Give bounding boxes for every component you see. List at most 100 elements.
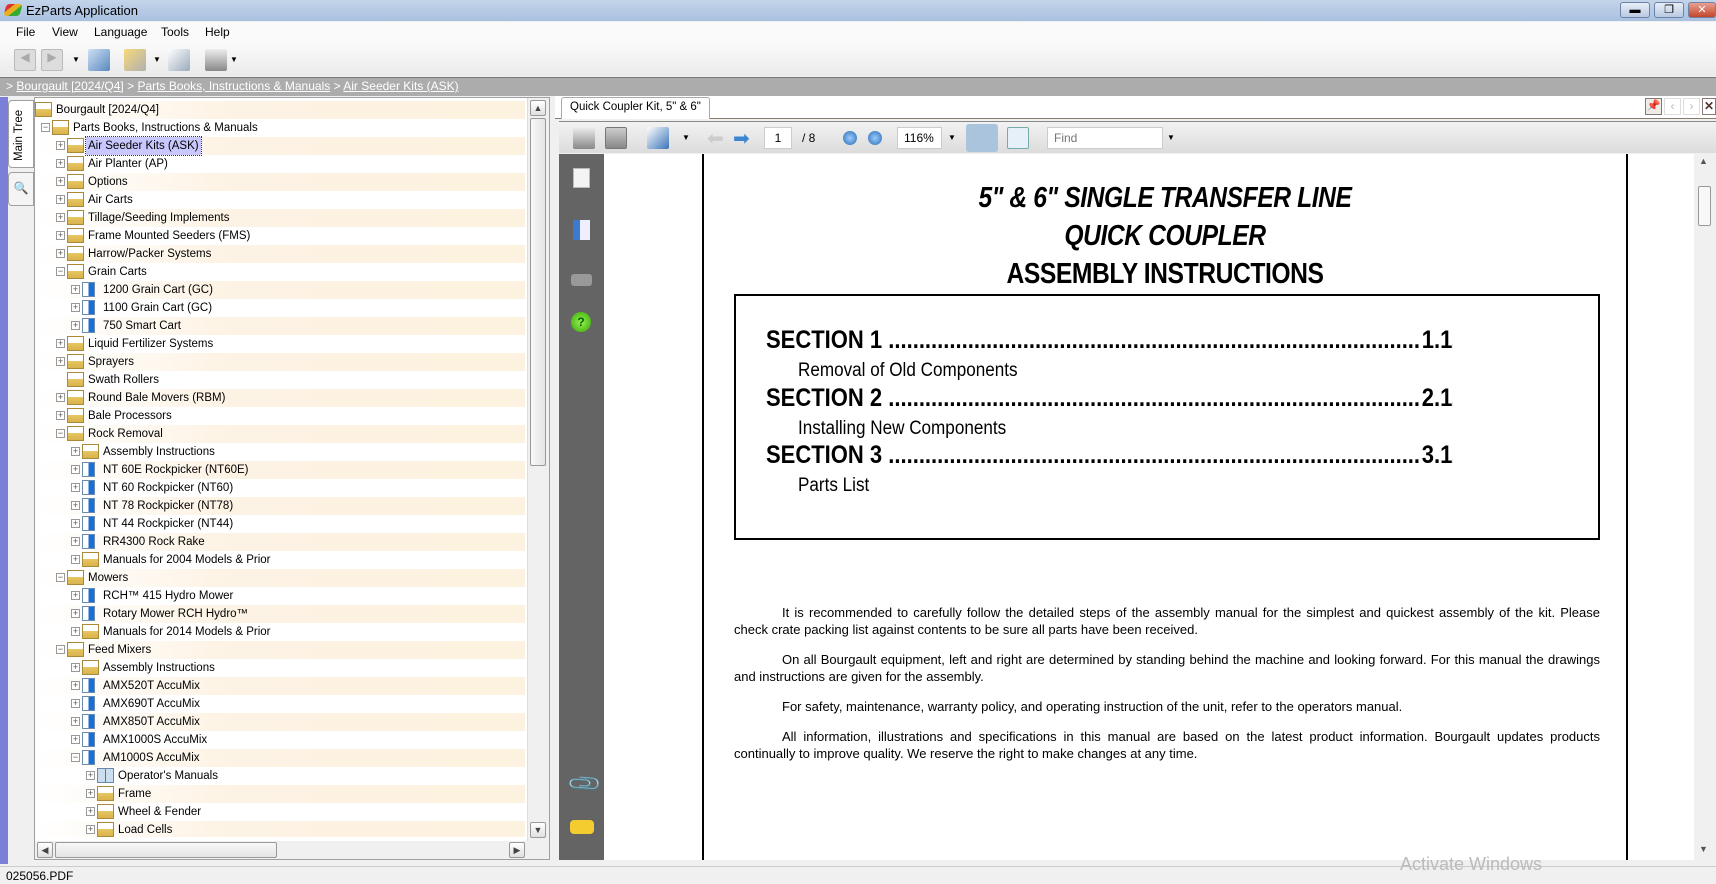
link-document-icon[interactable]	[124, 49, 146, 71]
history-dropdown-icon[interactable]: ▼	[72, 55, 80, 64]
tree-item[interactable]: − AM1000S AccuMix	[35, 749, 525, 767]
scroll-up-button[interactable]: ▲	[530, 100, 546, 116]
find-dropdown-icon[interactable]: ▼	[1167, 133, 1175, 142]
tree-item[interactable]: + Options	[35, 173, 525, 191]
expand-icon[interactable]: +	[71, 501, 80, 510]
find-input[interactable]	[1047, 127, 1163, 149]
binoculars-icon[interactable]	[571, 274, 592, 286]
tree-item[interactable]: + Sprayers	[35, 353, 525, 371]
scroll-down-button[interactable]: ▼	[530, 822, 546, 838]
tree-item[interactable]: + Wheel & Fender	[35, 803, 525, 821]
zoom-dropdown-icon[interactable]: ▼	[948, 133, 956, 142]
tree-item[interactable]: − Grain Carts	[35, 263, 525, 281]
tree-item[interactable]: Swath Rollers	[35, 371, 525, 389]
close-button[interactable]: ✕	[1688, 2, 1716, 18]
expand-icon[interactable]: +	[71, 717, 80, 726]
tree-item[interactable]: + Air Carts	[35, 191, 525, 209]
scroll-right-button[interactable]: ▶	[509, 842, 525, 858]
tree-item[interactable]: + NT 60E Rockpicker (NT60E)	[35, 461, 525, 479]
expand-icon[interactable]: +	[56, 177, 65, 186]
tree-item[interactable]: + Tillage/Seeding Implements	[35, 209, 525, 227]
breadcrumb-link[interactable]: Air Seeder Kits (ASK)	[343, 79, 458, 93]
tree-horizontal-scrollbar[interactable]: ◀ ▶	[35, 841, 549, 859]
expand-icon[interactable]: +	[56, 213, 65, 222]
tree-item[interactable]: + AMX850T AccuMix	[35, 713, 525, 731]
zoom-out-icon[interactable]	[843, 131, 857, 145]
expand-icon[interactable]: +	[71, 555, 80, 564]
next-page-icon[interactable]: ➡	[733, 126, 750, 151]
tree-item[interactable]: + Frame Mounted Seeders (FMS)	[35, 227, 525, 245]
expand-icon[interactable]: +	[56, 231, 65, 240]
expand-icon[interactable]: +	[71, 663, 80, 672]
tab-main-tree[interactable]: Main Tree	[8, 100, 34, 168]
collapse-icon[interactable]: −	[41, 123, 50, 132]
menu-view[interactable]: View	[46, 25, 84, 39]
tab-quick-coupler-kit[interactable]: Quick Coupler Kit, 5" & 6"	[561, 97, 710, 119]
scroll-thumb[interactable]	[530, 118, 546, 466]
menu-language[interactable]: Language	[88, 25, 153, 39]
print-dropdown-icon[interactable]: ▼	[230, 55, 238, 64]
expand-icon[interactable]: +	[71, 591, 80, 600]
expand-icon[interactable]: +	[86, 789, 95, 798]
print-icon[interactable]	[573, 127, 595, 149]
previous-page-icon[interactable]: ⬅	[707, 126, 724, 151]
tree-item[interactable]: − Rock Removal	[35, 425, 525, 443]
expand-icon[interactable]: +	[71, 681, 80, 690]
expand-icon[interactable]: +	[56, 339, 65, 348]
expand-icon[interactable]: +	[71, 537, 80, 546]
tree-item[interactable]: +1200 Grain Cart (GC)	[35, 281, 525, 299]
expand-icon[interactable]: +	[71, 699, 80, 708]
tree-item[interactable]: + AMX1000S AccuMix	[35, 731, 525, 749]
expand-icon[interactable]: +	[86, 807, 95, 816]
save-icon[interactable]	[605, 127, 627, 149]
pin-icon[interactable]: 📌	[1645, 98, 1662, 115]
breadcrumb-link[interactable]: Bourgault [2024/Q4]	[16, 79, 123, 93]
expand-icon[interactable]: +	[71, 285, 80, 294]
scroll-down-button[interactable]: ▼	[1699, 844, 1708, 854]
expand-icon[interactable]: +	[71, 321, 80, 330]
share-dropdown-icon[interactable]: ▼	[682, 133, 690, 142]
tree-item[interactable]: − Mowers	[35, 569, 525, 587]
search-parts-icon[interactable]	[88, 49, 110, 71]
collapse-icon[interactable]: −	[56, 267, 65, 276]
minimize-button[interactable]: ▬	[1620, 2, 1650, 18]
expand-icon[interactable]: +	[71, 303, 80, 312]
menu-tools[interactable]: Tools	[155, 25, 195, 39]
tab-scroll-left-button[interactable]: ‹	[1664, 98, 1681, 115]
breadcrumb-link[interactable]: Parts Books, Instructions & Manuals	[137, 79, 330, 93]
expand-icon[interactable]: +	[56, 393, 65, 402]
toc-entry[interactable]: SECTION 3 ..............................…	[766, 441, 1453, 470]
link-dropdown-icon[interactable]: ▼	[153, 55, 161, 64]
tree-item[interactable]: + Rotary Mower RCH Hydro™	[35, 605, 525, 623]
tree-item[interactable]: Bourgault [2024/Q4]	[35, 101, 525, 119]
fit-width-button[interactable]	[966, 124, 998, 152]
help-icon[interactable]: ?	[571, 312, 591, 332]
menu-help[interactable]: Help	[199, 25, 236, 39]
collapse-icon[interactable]: −	[56, 645, 65, 654]
document-icon[interactable]	[168, 49, 190, 71]
expand-icon[interactable]: +	[56, 141, 65, 150]
expand-icon[interactable]: +	[56, 195, 65, 204]
expand-icon[interactable]: +	[71, 627, 80, 636]
tree-item[interactable]: + NT 78 Rockpicker (NT78)	[35, 497, 525, 515]
close-tab-button[interactable]: ✕	[1702, 98, 1716, 115]
collapse-icon[interactable]: −	[56, 573, 65, 582]
tree-item[interactable]: + Bale Processors	[35, 407, 525, 425]
expand-icon[interactable]: +	[56, 411, 65, 420]
tree-item[interactable]: − Feed Mixers	[35, 641, 525, 659]
scroll-thumb[interactable]	[55, 842, 277, 858]
tree-item[interactable]: +1100 Grain Cart (GC)	[35, 299, 525, 317]
expand-icon[interactable]: +	[56, 249, 65, 258]
expand-icon[interactable]: +	[56, 357, 65, 366]
menu-file[interactable]: File	[10, 25, 41, 39]
restore-button[interactable]: ❐	[1654, 2, 1684, 18]
expand-icon[interactable]: +	[71, 519, 80, 528]
forward-button[interactable]: ▶	[41, 49, 63, 71]
tree-item[interactable]: + Manuals for 2014 Models & Prior	[35, 623, 525, 641]
tree-item[interactable]: + Frame	[35, 785, 525, 803]
expand-icon[interactable]: +	[71, 735, 80, 744]
fit-page-button[interactable]	[1007, 127, 1029, 149]
toc-entry[interactable]: SECTION 1 ..............................…	[766, 326, 1453, 355]
expand-icon[interactable]: +	[71, 447, 80, 456]
tree-item[interactable]: +750 Smart Cart	[35, 317, 525, 335]
